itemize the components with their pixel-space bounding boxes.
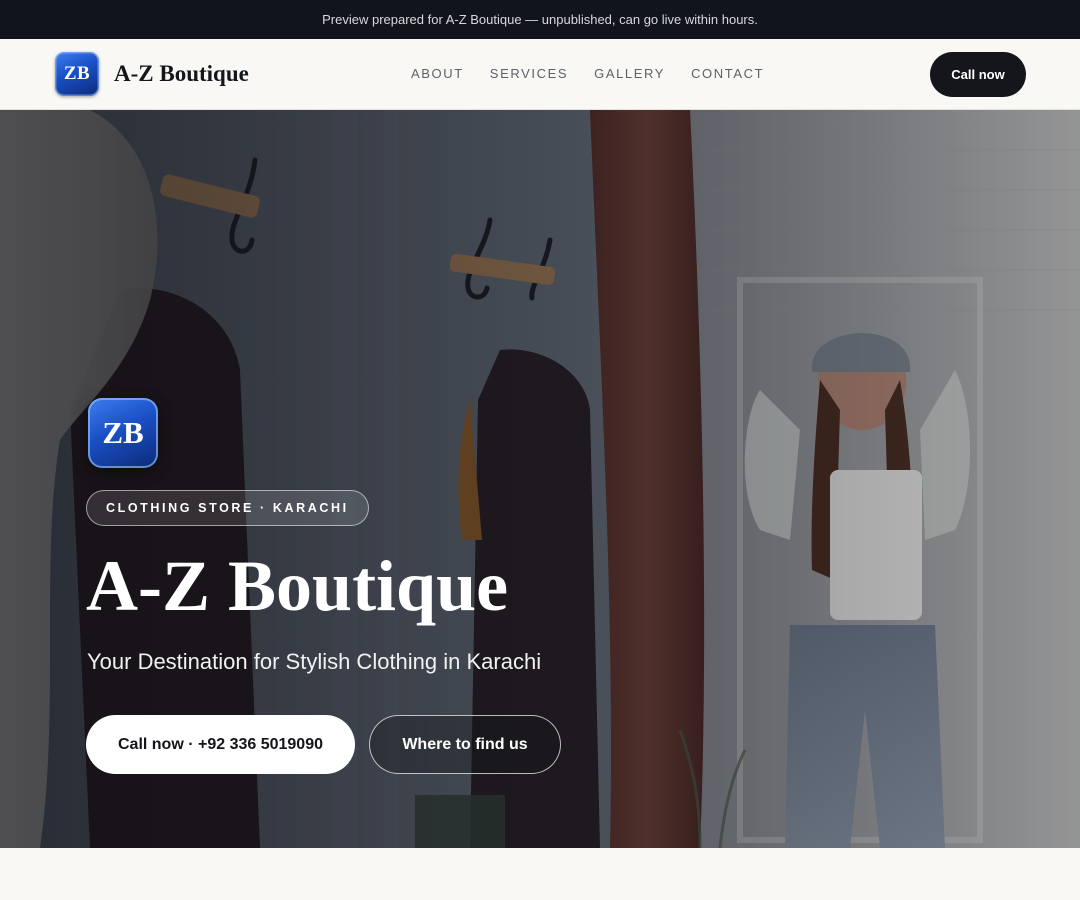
nav-link-about[interactable]: ABOUT [411,65,464,83]
hero-location-button[interactable]: Where to find us [369,715,561,774]
preview-banner-text: Preview prepared for A-Z Boutique — unpu… [322,12,758,27]
hero-section: ZB CLOTHING STORE · KARACHI A-Z Boutique… [0,110,1080,848]
hero-title: A-Z Boutique [86,546,509,626]
nav-link-gallery[interactable]: GALLERY [594,65,665,83]
call-now-button[interactable]: Call now [930,52,1026,97]
hero-eyebrow-badge: CLOTHING STORE · KARACHI [86,490,369,526]
logo-icon[interactable]: ZB [55,52,99,96]
hero-subtitle: Your Destination for Stylish Clothing in… [87,649,542,674]
hero-call-button[interactable]: Call now · +92 336 5019090 [86,715,355,774]
brand-name[interactable]: A-Z Boutique [114,60,249,88]
nav-link-services[interactable]: SERVICES [490,65,568,83]
site-header: ZB A-Z Boutique ABOUT SERVICES GALLERY C… [0,39,1080,110]
nav-link-contact[interactable]: CONTACT [691,65,764,83]
next-section [0,848,1080,900]
main-nav: ABOUT SERVICES GALLERY CONTACT [411,65,764,83]
preview-banner: Preview prepared for A-Z Boutique — unpu… [0,0,1080,39]
hero-logo-icon: ZB [88,398,158,468]
